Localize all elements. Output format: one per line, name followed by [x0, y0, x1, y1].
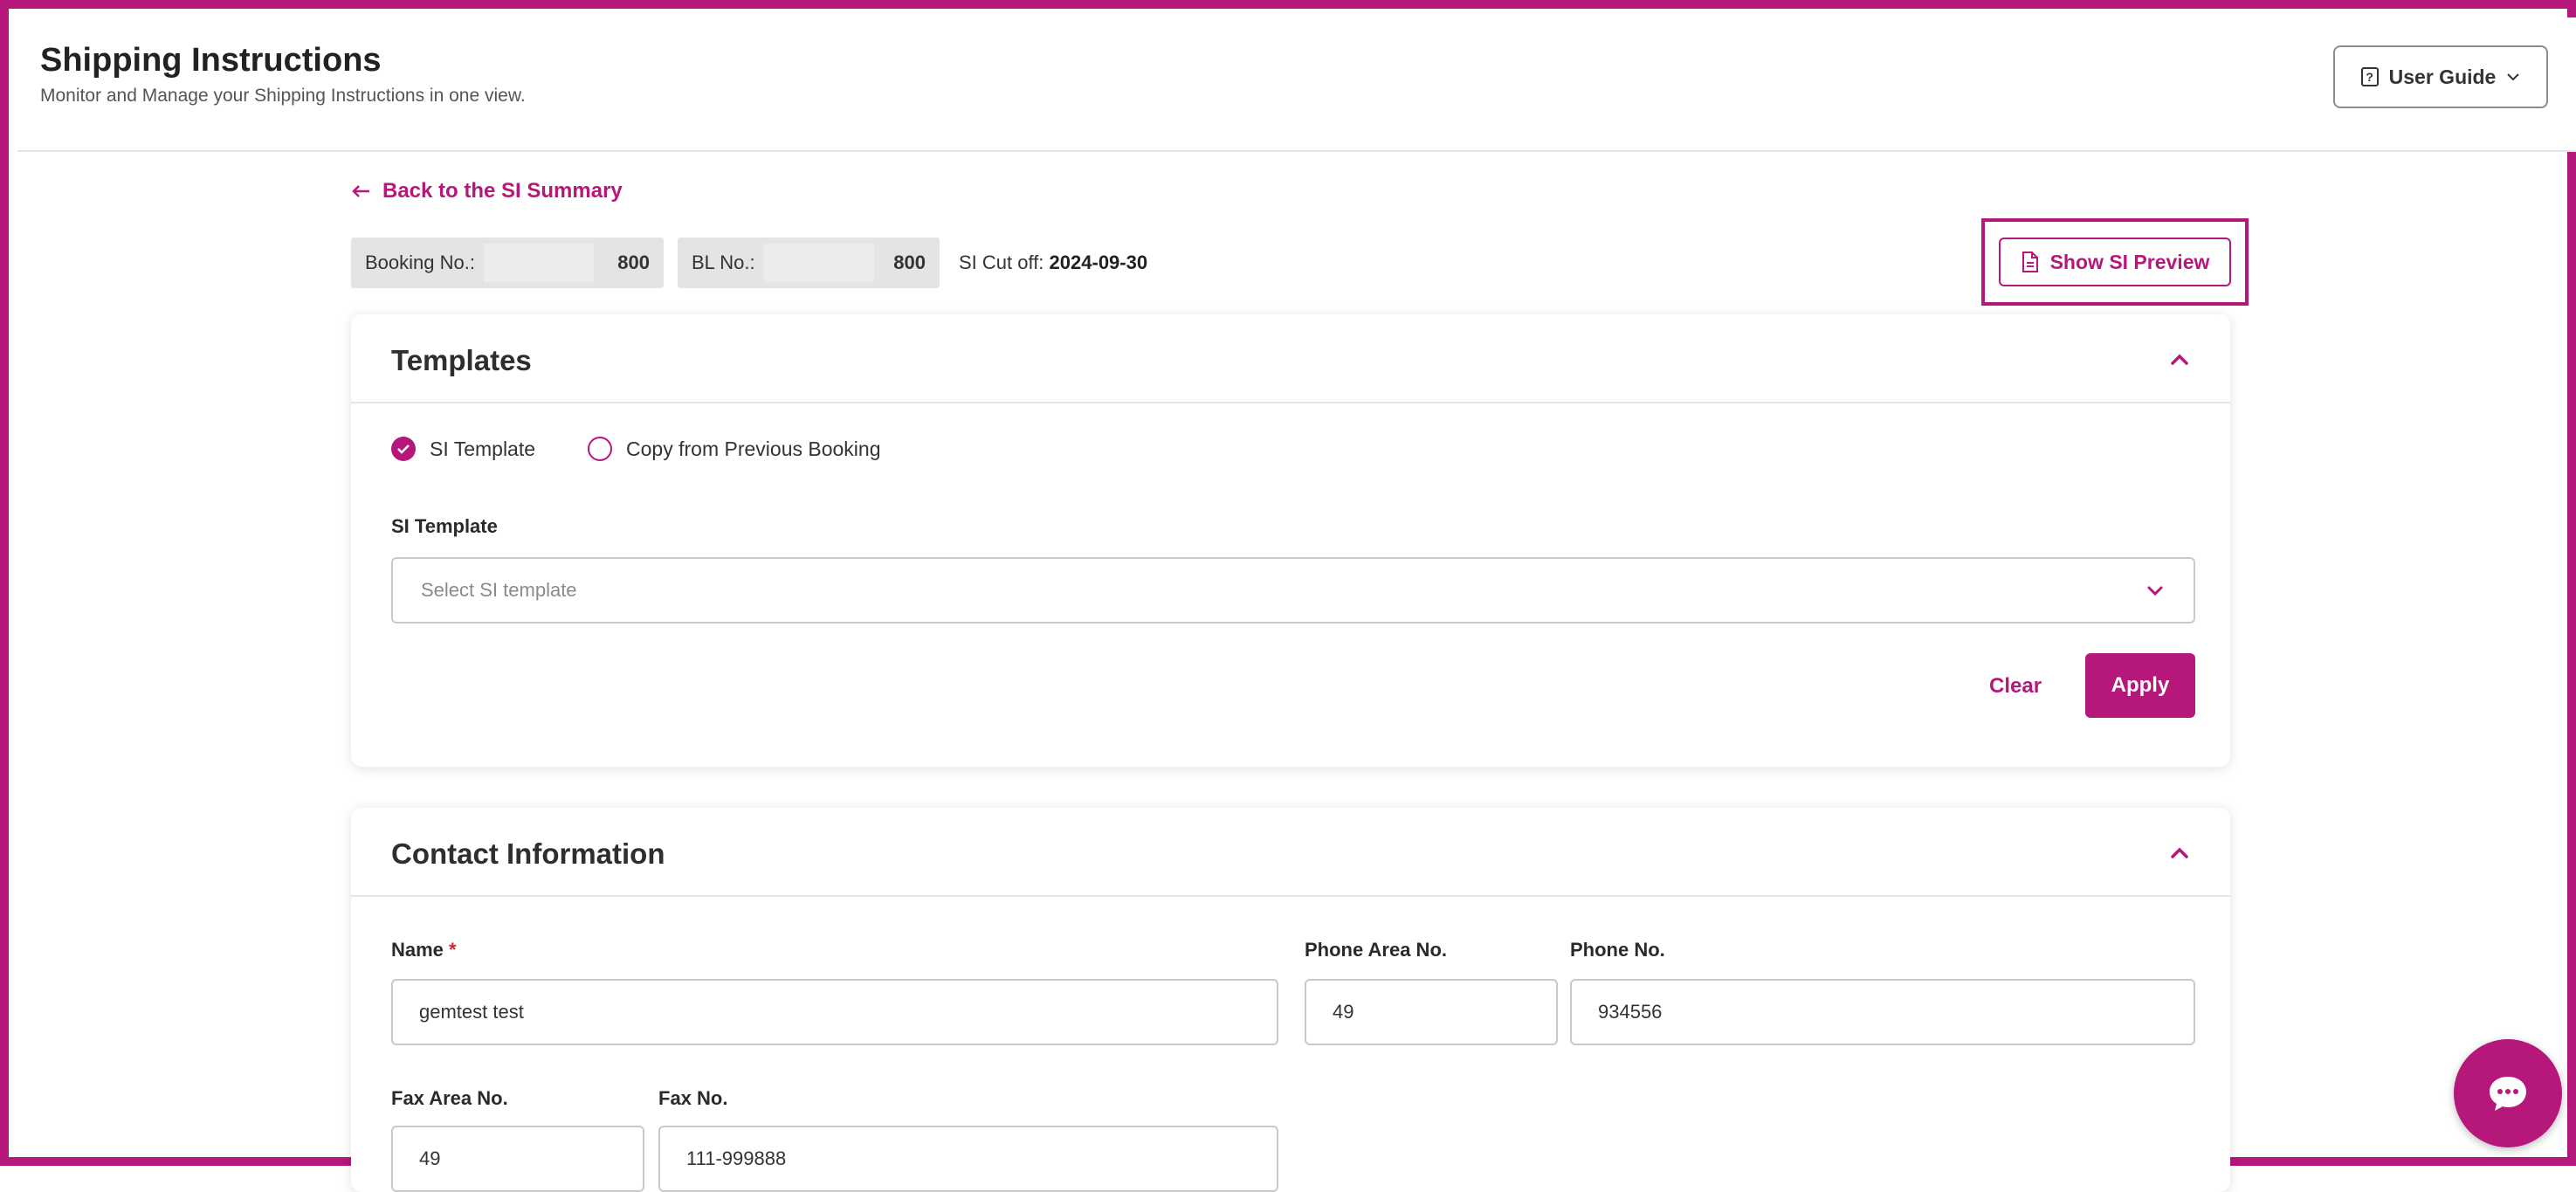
phone-number-input[interactable]: 934556 — [1570, 979, 2195, 1045]
phone-area-input[interactable]: 49 — [1305, 979, 1558, 1045]
templates-card-header: Templates — [351, 314, 2230, 403]
page-header: Shipping Instructions Monitor and Manage… — [17, 17, 2576, 152]
phone-number-field-label: Phone No. — [1570, 939, 1665, 961]
chevron-up-icon[interactable] — [2162, 342, 2197, 377]
name-field-label: Name * — [391, 939, 457, 961]
app-frame: Shipping Instructions Monitor and Manage… — [0, 0, 2576, 1192]
reference-row: Booking No.: 800 BL No.: 800 SI Cut off:… — [351, 238, 1147, 288]
back-link-label: Back to the SI Summary — [382, 179, 623, 203]
template-source-radios: SI Template Copy from Previous Booking — [391, 437, 933, 461]
templates-card: Templates SI Template Copy from Previous… — [351, 314, 2230, 767]
booking-number-value: 800 — [617, 251, 650, 273]
redacted-field — [483, 244, 594, 282]
chevron-down-icon — [2507, 73, 2520, 81]
redacted-field — [763, 244, 874, 282]
booking-number-label: Booking No.: — [365, 251, 475, 273]
bl-number-label: BL No.: — [692, 251, 755, 273]
radio-unselected-icon — [588, 437, 613, 461]
templates-title: Templates — [391, 344, 532, 376]
user-guide-button[interactable]: ? User Guide — [2333, 45, 2548, 108]
contact-card-header: Contact Information — [351, 808, 2230, 897]
bl-number-box: BL No.: 800 — [678, 238, 940, 288]
chat-bubble-icon — [2490, 1077, 2526, 1111]
si-template-select[interactable]: Select SI template — [391, 557, 2195, 624]
document-icon — [2022, 251, 2038, 272]
radio-si-template[interactable]: SI Template — [391, 437, 535, 461]
check-circle-icon — [391, 437, 416, 461]
radio-si-template-label: SI Template — [430, 437, 536, 460]
fax-area-input[interactable]: 49 — [391, 1126, 644, 1192]
contact-title: Contact Information — [391, 837, 665, 870]
booking-number-box: Booking No.: 800 — [351, 238, 664, 288]
preview-highlight: Show SI Preview — [1981, 218, 2249, 306]
page-title: Shipping Instructions — [40, 42, 382, 79]
chat-launcher-button[interactable] — [2454, 1039, 2562, 1147]
fax-area-field-label: Fax Area No. — [391, 1087, 508, 1109]
show-si-preview-button[interactable]: Show SI Preview — [1999, 238, 2231, 286]
chevron-up-icon[interactable] — [2162, 836, 2197, 871]
bl-number-value: 800 — [893, 251, 926, 273]
si-template-field-label: SI Template — [391, 515, 498, 537]
contact-information-card: Contact Information Name * gemtest test … — [351, 808, 2230, 1192]
si-template-placeholder: Select SI template — [421, 579, 577, 601]
chevron-down-icon — [2147, 586, 2163, 596]
page-subtitle: Monitor and Manage your Shipping Instruc… — [40, 86, 526, 106]
clear-button[interactable]: Clear — [1989, 674, 2042, 699]
name-label-text: Name — [391, 939, 444, 961]
radio-copy-previous-booking[interactable]: Copy from Previous Booking — [588, 437, 881, 461]
name-input[interactable]: gemtest test — [391, 979, 1278, 1045]
fax-number-input[interactable]: 111-999888 — [658, 1126, 1278, 1192]
user-guide-label: User Guide — [2388, 65, 2497, 88]
show-si-preview-label: Show SI Preview — [2049, 250, 2210, 273]
fax-number-field-label: Fax No. — [658, 1087, 728, 1109]
si-cutoff-value: 2024-09-30 — [1049, 251, 1148, 273]
required-asterisk: * — [449, 939, 457, 961]
apply-button[interactable]: Apply — [2085, 653, 2195, 718]
radio-copy-previous-label: Copy from Previous Booking — [626, 437, 881, 460]
si-cutoff-label: SI Cut off: — [959, 251, 1044, 273]
phone-area-field-label: Phone Area No. — [1305, 939, 1447, 961]
arrow-left-icon — [352, 185, 369, 197]
back-to-summary-link[interactable]: Back to the SI Summary — [351, 179, 623, 203]
question-book-icon: ? — [2360, 67, 2379, 86]
si-cutoff: SI Cut off: 2024-09-30 — [959, 251, 1147, 274]
